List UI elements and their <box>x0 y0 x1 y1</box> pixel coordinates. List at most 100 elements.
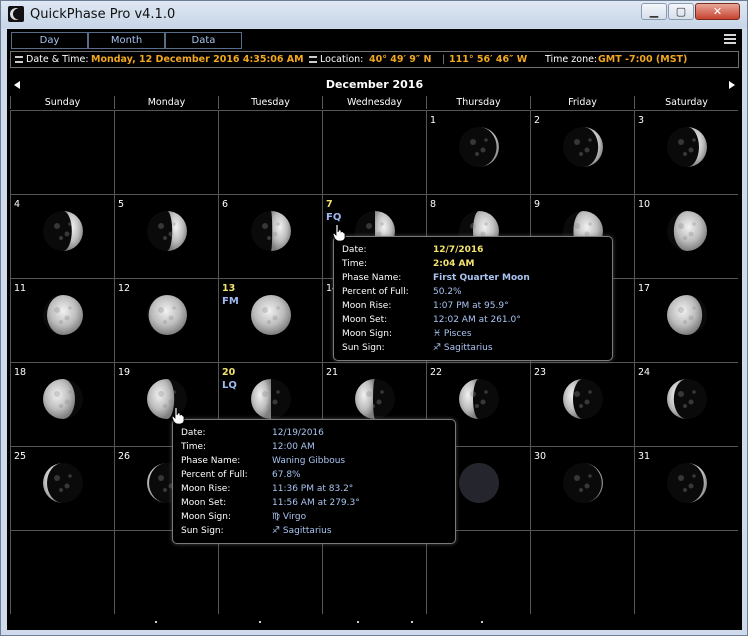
day-number: 8 <box>430 199 437 210</box>
day-number: 20 <box>222 367 236 378</box>
window-title: QuickPhase Pro v4.1.0 <box>30 7 176 22</box>
calendar-day-cell[interactable]: 1 <box>426 110 530 194</box>
prev-month-arrow-icon[interactable] <box>14 81 20 89</box>
tooltip-value: ♐ Sagittarius <box>272 526 332 536</box>
maximize-button[interactable]: ▢ <box>668 3 694 20</box>
tab-day[interactable]: Day <box>11 32 88 49</box>
moon-phase-icon <box>666 211 707 251</box>
calendar-day-cell[interactable] <box>10 110 114 194</box>
moon-phase-icon <box>666 295 707 335</box>
calendar-day-cell[interactable]: 6 <box>218 194 322 278</box>
day-number: 21 <box>326 367 339 378</box>
calendar-day-cell[interactable] <box>114 110 218 194</box>
datetime-value: Monday, 12 December 2016 4:35:06 AM <box>91 54 304 65</box>
day-number: 31 <box>638 451 651 462</box>
calendar-day-cell[interactable] <box>322 110 426 194</box>
location-menu-icon[interactable] <box>309 56 317 63</box>
minimize-button[interactable]: ▁ <box>641 3 667 20</box>
calendar-day-cell[interactable]: 18 <box>10 362 114 446</box>
day-number: 4 <box>14 199 21 210</box>
location-label-wrap[interactable]: Location: <box>309 52 363 67</box>
calendar-day-cell[interactable] <box>634 530 738 614</box>
moon-phase-icon <box>42 295 83 335</box>
calendar-day-cell[interactable]: 11 <box>10 278 114 362</box>
tooltip-value: ♐ Sagittarius <box>433 343 493 353</box>
month-header: December 2016 <box>10 77 739 93</box>
day-number: 10 <box>638 199 651 210</box>
datetime-label-wrap[interactable]: Date & Time: <box>15 52 89 67</box>
tooltip-value: 2:04 AM <box>433 259 475 269</box>
weekday-header: Monday <box>114 96 218 109</box>
day-number: 17 <box>638 283 651 294</box>
calendar-day-cell[interactable] <box>10 530 114 614</box>
moon-phase-icon <box>562 379 603 419</box>
tooltip-value: 12:02 AM at 261.0° <box>433 315 521 325</box>
tooltip-value: 11:36 PM at 83.2° <box>272 484 354 494</box>
calendar-day-cell[interactable]: 10 <box>634 194 738 278</box>
day-number: 26 <box>118 451 131 462</box>
tab-data[interactable]: Data <box>165 32 242 49</box>
day-number: 13 <box>222 283 236 294</box>
tooltip-label: Moon Rise: <box>181 484 231 494</box>
close-button[interactable]: ✕ <box>695 3 740 20</box>
tooltip-value: 1:07 PM at 95.9° <box>433 301 509 311</box>
next-month-arrow-icon[interactable] <box>729 81 735 89</box>
hand-pointer-cursor-icon <box>332 224 346 242</box>
day-number: 30 <box>534 451 547 462</box>
phase-tooltip-waning-gibbous: Date: 12/19/2016 Time: 12:00 AM Phase Name: W… <box>172 419 456 544</box>
latitude-value: 40° 49′ 9″ N <box>369 54 432 65</box>
datetime-menu-icon[interactable] <box>15 56 23 63</box>
hand-pointer-cursor-icon <box>171 407 185 425</box>
calendar-day-cell[interactable]: 13 FM <box>218 278 322 362</box>
month-title: December 2016 <box>325 78 424 91</box>
day-number: 5 <box>118 199 125 210</box>
calendar-day-cell[interactable]: 4 <box>10 194 114 278</box>
calendar-day-cell[interactable]: 2 <box>530 110 634 194</box>
day-number: 18 <box>14 367 27 378</box>
moon-phase-icon <box>458 463 499 503</box>
tooltip-value: 12/7/2016 <box>433 245 484 255</box>
calendar-day-cell[interactable] <box>218 110 322 194</box>
moon-phase-icon <box>458 127 499 167</box>
moon-phase-icon <box>250 295 291 335</box>
scroll-dot <box>357 621 359 623</box>
tooltip-label: Percent of Full: <box>342 287 409 297</box>
info-bar: Date & Time: Monday, 12 December 2016 4:… <box>10 51 739 68</box>
calendar-day-cell[interactable]: 17 <box>634 278 738 362</box>
calendar-day-cell[interactable]: 24 <box>634 362 738 446</box>
tooltip-label: Moon Sign: <box>342 329 393 339</box>
location-label: Location: <box>320 54 364 65</box>
moon-phase-icon <box>562 127 603 167</box>
moon-phase-icon <box>354 379 395 419</box>
tooltip-label: Moon Sign: <box>181 512 232 522</box>
calendar-day-cell[interactable]: 12 <box>114 278 218 362</box>
moon-phase-icon <box>42 379 83 419</box>
day-number: 9 <box>534 199 541 210</box>
bottom-scroll-indicator <box>7 619 742 630</box>
calendar-day-cell[interactable]: 5 <box>114 194 218 278</box>
calendar-day-cell[interactable] <box>530 530 634 614</box>
weekday-header: Friday <box>530 96 634 109</box>
scroll-dot <box>155 621 157 623</box>
tooltip-value: 67.8% <box>272 470 301 480</box>
phase-tag: LQ <box>222 380 237 391</box>
calendar-day-cell[interactable]: 3 <box>634 110 738 194</box>
datetime-label: Date & Time: <box>26 54 89 65</box>
calendar-day-cell[interactable]: 23 <box>530 362 634 446</box>
day-number: 22 <box>430 367 443 378</box>
tooltip-label: Phase Name: <box>342 273 402 283</box>
weekday-header: Tuesday <box>218 96 322 109</box>
calendar-day-cell[interactable]: 25 <box>10 446 114 530</box>
day-number: 6 <box>222 199 229 210</box>
moon-phase-icon <box>562 463 603 503</box>
calendar-day-cell[interactable]: 30 <box>530 446 634 530</box>
longitude-value: 111° 56′ 46″ W <box>449 54 528 65</box>
tooltip-label: Time: <box>342 259 368 269</box>
hamburger-menu-icon[interactable] <box>724 34 736 46</box>
day-number: 2 <box>534 115 541 126</box>
phase-tooltip-first-quarter: Date: 12/7/2016 Time: 2:04 AM Phase Name: Fir… <box>333 236 613 361</box>
title-bar[interactable]: QuickPhase Pro v4.1.0 ▁ ▢ ✕ <box>1 1 747 28</box>
calendar-day-cell[interactable]: 31 <box>634 446 738 530</box>
tab-month[interactable]: Month <box>88 32 165 49</box>
moon-phase-icon <box>666 379 707 419</box>
